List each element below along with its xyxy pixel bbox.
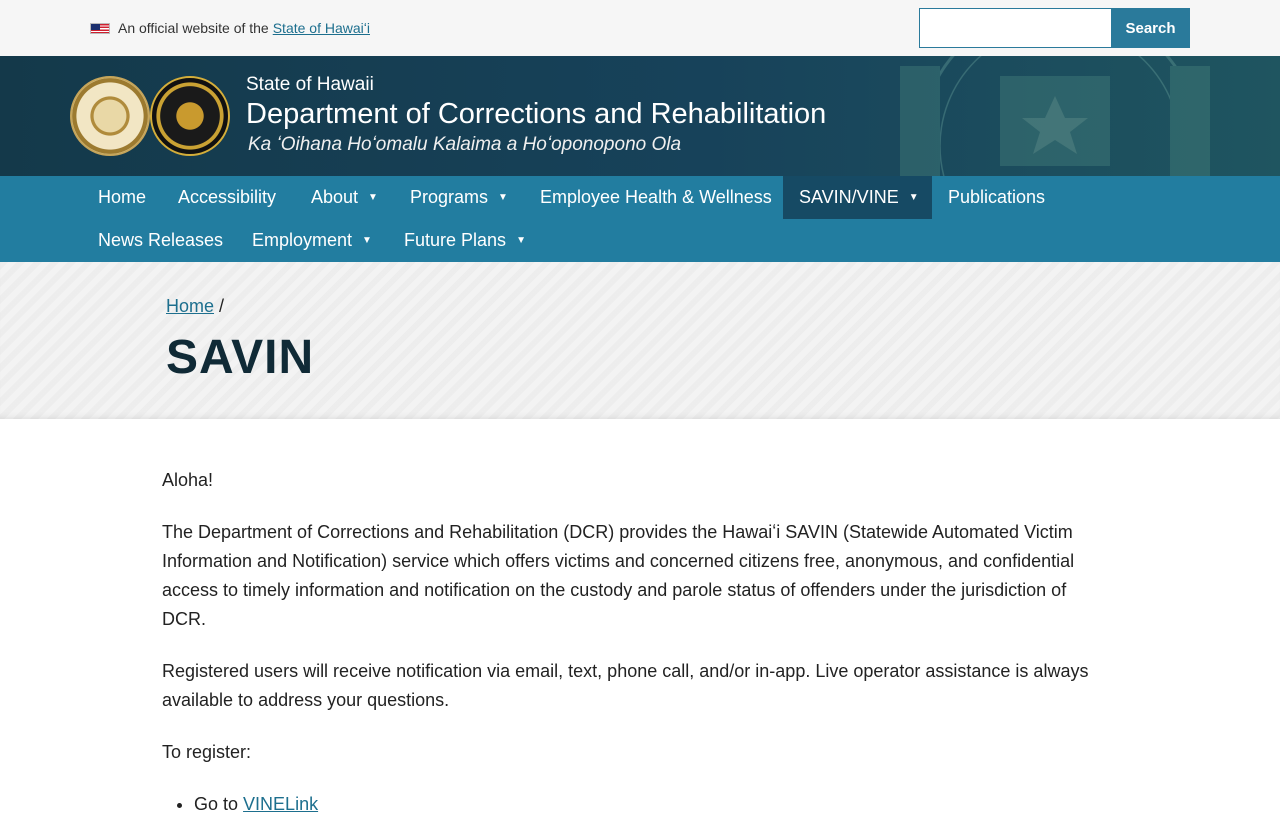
search-form: Search	[919, 8, 1190, 48]
hawaii-flag-icon	[90, 22, 110, 34]
main-content: Aloha! The Department of Corrections and…	[162, 466, 1102, 819]
header-background-art	[900, 56, 1210, 176]
nav-home[interactable]: Home	[82, 176, 162, 219]
vinelink-link[interactable]: VINELink	[243, 794, 318, 814]
state-of-hawaii-seal	[70, 76, 150, 156]
main-navigation: Home Accessibility About ▼ Programs ▼ Em…	[0, 176, 1280, 262]
nav-news-releases-label: News Releases	[98, 230, 224, 250]
nav-news-releases[interactable]: News Releases	[82, 219, 239, 262]
intro-paragraph: The Department of Corrections and Rehabi…	[162, 522, 1075, 629]
state-of-hawaii-link[interactable]: State of Hawaiʻi	[273, 20, 370, 36]
official-notice: An official website of the State of Hawa…	[90, 20, 370, 36]
caret-down-icon: ▼	[368, 192, 378, 203]
caret-down-icon: ▼	[498, 192, 508, 203]
breadcrumb-home-link[interactable]: Home	[166, 296, 214, 316]
nav-savin-vine-label: SAVIN/VINE	[799, 187, 899, 207]
nav-employee-health[interactable]: Employee Health & Wellness	[524, 176, 788, 219]
nav-about[interactable]: About ▼	[295, 176, 394, 219]
nav-employment[interactable]: Employment ▼	[236, 219, 388, 262]
search-input[interactable]	[919, 8, 1111, 48]
notification-paragraph: Registered users will receive notificati…	[162, 661, 1089, 710]
nav-publications[interactable]: Publications	[932, 176, 1061, 219]
department-seal	[150, 76, 230, 156]
page-title: SAVIN	[166, 331, 315, 384]
page-banner: Home / SAVIN	[0, 262, 1280, 419]
nav-accessibility[interactable]: Accessibility	[162, 176, 292, 219]
list-item: Go to VINELink	[194, 790, 1102, 819]
nav-about-label: About	[311, 187, 359, 207]
header-state: State of Hawaii	[246, 74, 374, 95]
header-hawaiian-subtitle: Ka ʻOihana Hoʻomalu Kalaima a Hoʻoponopo…	[248, 134, 682, 155]
register-list: Go to VINELink	[162, 790, 1102, 819]
nav-home-label: Home	[98, 187, 147, 207]
header-department-title[interactable]: Department of Corrections and Rehabilita…	[246, 98, 826, 131]
caret-down-icon: ▼	[362, 235, 372, 246]
greeting-text: Aloha!	[162, 470, 214, 490]
nav-programs[interactable]: Programs ▼	[394, 176, 524, 219]
nav-savin-vine[interactable]: SAVIN/VINE ▼	[783, 176, 932, 219]
nav-publications-label: Publications	[948, 187, 1046, 207]
nav-employment-label: Employment	[252, 230, 353, 250]
list-item-prefix: Go to	[194, 794, 239, 814]
nav-programs-label: Programs	[410, 187, 489, 207]
official-site-bar: An official website of the State of Hawa…	[0, 0, 1280, 56]
caret-down-icon: ▼	[516, 235, 526, 246]
breadcrumb-separator: /	[219, 296, 225, 316]
official-text: An official website of the	[118, 20, 269, 36]
nav-future-plans[interactable]: Future Plans ▼	[388, 219, 542, 262]
nav-accessibility-label: Accessibility	[178, 187, 277, 207]
breadcrumb: Home /	[166, 296, 224, 317]
nav-employee-health-label: Employee Health & Wellness	[540, 187, 772, 207]
caret-down-icon: ▼	[908, 192, 919, 203]
nav-future-plans-label: Future Plans	[404, 230, 507, 250]
register-label: To register:	[162, 742, 252, 762]
search-button[interactable]: Search	[1111, 8, 1190, 48]
